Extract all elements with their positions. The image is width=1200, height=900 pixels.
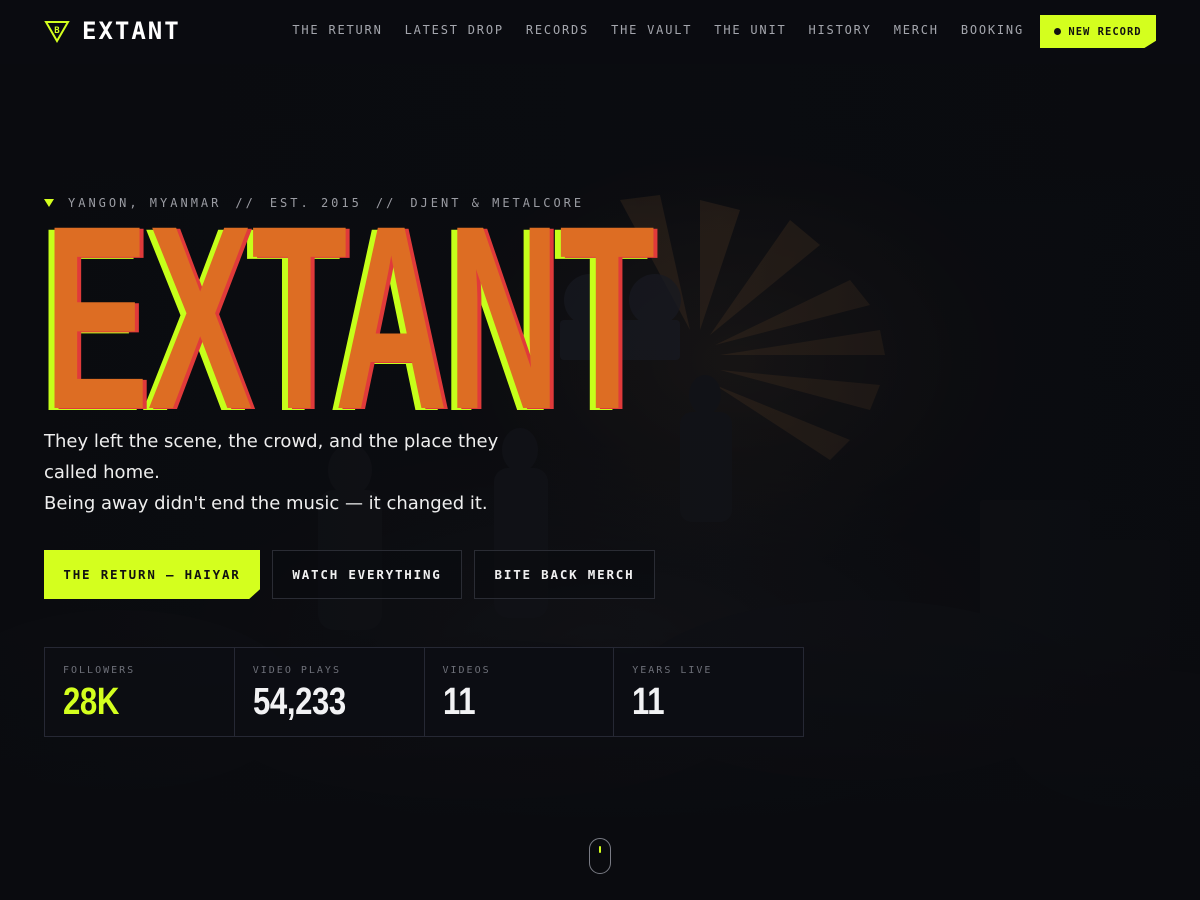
new-record-button[interactable]: NEW RECORD (1040, 15, 1156, 48)
hero-title: EXTANT EXTANT EXTANT (38, 171, 664, 464)
nav-link-records[interactable]: RECORDS (526, 23, 589, 37)
triangle-b-logo-icon: B (44, 21, 70, 43)
the-return-button[interactable]: THE RETURN — HAIYAR (44, 550, 260, 599)
top-navigation: B EXTANT THE RETURN LATEST DROP RECORDS … (0, 0, 1200, 64)
scroll-wheel-indicator (599, 846, 601, 853)
tagline-line-2: Being away didn't end the music — it cha… (44, 493, 488, 514)
stat-video-plays: VIDEO PLAYS 54,233 (235, 648, 425, 736)
stat-label: VIDEOS (442, 665, 491, 676)
mouse-scroll-icon[interactable] (589, 838, 611, 874)
svg-text:B: B (54, 26, 60, 36)
brand-name: EXTANT (82, 17, 181, 45)
stat-value: 11 (632, 681, 665, 723)
bite-back-merch-button[interactable]: BITE BACK MERCH (474, 550, 655, 599)
nav-link-the-unit[interactable]: THE UNIT (714, 23, 786, 37)
nav-link-the-vault[interactable]: THE VAULT (611, 23, 692, 37)
watch-everything-button[interactable]: WATCH EVERYTHING (272, 550, 462, 599)
hero-tagline: They left the scene, the crowd, and the … (44, 426, 514, 519)
brand[interactable]: B EXTANT (44, 17, 181, 45)
stat-label: VIDEO PLAYS (252, 665, 341, 676)
stat-value: 54,233 (252, 681, 346, 723)
nav-link-merch[interactable]: MERCH (894, 23, 939, 37)
nav-link-the-return[interactable]: THE RETURN (292, 23, 382, 37)
stat-followers: FOLLOWERS 28K (45, 648, 235, 736)
nav-links: THE RETURN LATEST DROP RECORDS THE VAULT… (292, 23, 1024, 37)
stat-value: 28K (63, 681, 119, 723)
nav-link-booking[interactable]: BOOKING (961, 23, 1024, 37)
new-record-label: NEW RECORD (1068, 25, 1142, 38)
dot-icon (1054, 28, 1062, 35)
hero-title-text: EXTANT (44, 171, 655, 464)
stat-videos: VIDEOS 11 (425, 648, 615, 736)
tagline-line-1: They left the scene, the crowd, and the … (44, 431, 499, 483)
nav-link-history[interactable]: HISTORY (809, 23, 872, 37)
nav-link-latest-drop[interactable]: LATEST DROP (405, 23, 504, 37)
stat-label: FOLLOWERS (63, 665, 136, 676)
stats-panel: FOLLOWERS 28K VIDEO PLAYS 54,233 VIDEOS … (44, 647, 804, 737)
stat-value: 11 (442, 681, 476, 723)
hero-cta-row: THE RETURN — HAIYAR WATCH EVERYTHING BIT… (44, 550, 655, 599)
stat-label: YEARS LIVE (632, 665, 713, 676)
stat-years-live: YEARS LIVE 11 (614, 648, 803, 736)
